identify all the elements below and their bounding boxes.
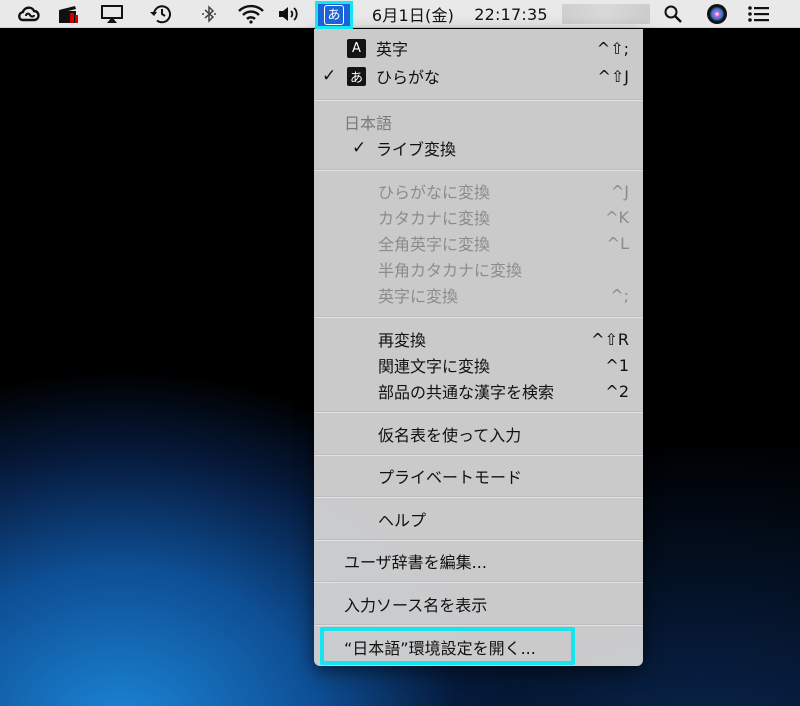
menu-item-label: 入力ソース名を表示 <box>344 596 488 615</box>
menu-separator <box>314 454 643 456</box>
bluetooth-icon[interactable] <box>196 0 222 28</box>
shortcut-label: ^; <box>610 285 629 305</box>
section-header-japanese: 日本語 <box>314 109 643 135</box>
shortcut-label: ^⇧; <box>596 38 629 58</box>
menu-separator <box>314 316 643 318</box>
menu-item-help[interactable]: ヘルプ <box>314 506 643 532</box>
menu-item-label: 英字に変換 <box>378 287 459 306</box>
spotlight-icon[interactable] <box>660 0 686 28</box>
shortcut-label: ^⇧R <box>591 329 629 349</box>
menu-separator <box>314 169 643 171</box>
notification-center-icon[interactable] <box>744 0 774 28</box>
airplay-icon[interactable] <box>97 0 127 28</box>
menu-item-edit-user-dictionary[interactable]: ユーザ辞書を編集... <box>314 548 643 574</box>
time-machine-icon[interactable] <box>146 0 176 28</box>
checkmark-icon: ✓ <box>352 138 367 158</box>
menu-item-reconvert[interactable]: 再変換 ^⇧R <box>314 326 643 352</box>
shortcut-label: ^K <box>605 207 629 227</box>
shortcut-label: ^⇧J <box>597 66 629 86</box>
menu-separator <box>314 411 643 413</box>
shortcut-label: ^J <box>610 181 629 201</box>
menu-item-label: プライベートモード <box>378 468 523 487</box>
menubar-time[interactable]: 22:17:35 <box>468 0 554 28</box>
menu-item-hiragana[interactable]: ✓ あ ひらがな ^⇧J <box>314 63 643 89</box>
menu-item-convert-alphabet[interactable]: 英字に変換 ^; <box>314 282 643 308</box>
menu-item-label: ヘルプ <box>378 511 427 530</box>
volume-icon[interactable] <box>276 0 304 28</box>
menu-item-label: 半角カタカナに変換 <box>378 261 523 280</box>
menu-item-related-characters[interactable]: 関連文字に変換 ^1 <box>314 352 643 378</box>
menu-separator <box>314 624 643 626</box>
menu-item-label: 再変換 <box>378 331 427 350</box>
date-text: 6月1日(金) <box>371 6 455 25</box>
shortcut-label: ^2 <box>605 381 629 401</box>
menu-item-label: ひらがなに変換 <box>378 183 491 202</box>
user-name-blurred[interactable] <box>562 4 650 24</box>
hiragana-input-icon: あ <box>324 5 344 25</box>
menu-separator <box>314 539 643 541</box>
shortcut-label: ^L <box>606 233 629 253</box>
input-menu-button[interactable]: あ <box>315 1 353 29</box>
section-header-label: 日本語 <box>344 114 393 133</box>
shortcut-label: ^1 <box>605 355 629 375</box>
menu-item-label: 部品の共通な漢字を検索 <box>378 383 555 402</box>
menu-item-live-conversion[interactable]: ✓ ライブ変換 <box>314 135 643 161</box>
hiragana-input-icon: あ <box>347 67 366 86</box>
menu-item-search-kanji-parts[interactable]: 部品の共通な漢字を検索 ^2 <box>314 378 643 404</box>
menu-item-label: ひらがな <box>376 68 441 87</box>
menu-item-open-japanese-preferences[interactable]: “日本語”環境設定を開く... <box>314 634 643 660</box>
wifi-icon[interactable] <box>235 0 267 28</box>
menu-item-convert-katakana[interactable]: カタカナに変換 ^K <box>314 204 643 230</box>
menu-item-label: “日本語”環境設定を開く... <box>344 639 536 658</box>
menu-item-label: ライブ変換 <box>376 140 457 159</box>
menu-item-show-input-source-name[interactable]: 入力ソース名を表示 <box>314 591 643 617</box>
menu-item-label: 英字 <box>376 40 409 59</box>
menu-item-kana-table[interactable]: 仮名表を使って入力 <box>314 421 643 447</box>
menu-item-label: ユーザ辞書を編集... <box>344 553 487 572</box>
menu-item-label: 関連文字に変換 <box>378 357 491 376</box>
menubar-date[interactable]: 6月1日(金) <box>366 0 460 28</box>
menu-separator <box>314 496 643 498</box>
checkmark-icon: ✓ <box>322 66 337 86</box>
menu-item-convert-halfwidth-katakana[interactable]: 半角カタカナに変換 <box>314 256 643 282</box>
input-source-menu: A 英字 ^⇧; ✓ あ ひらがな ^⇧J 日本語 ✓ ライブ変換 ひらがなに変… <box>314 29 643 666</box>
menu-item-eiji[interactable]: A 英字 ^⇧; <box>314 35 643 61</box>
menu-separator <box>314 99 643 101</box>
menu-item-label: 全角英字に変換 <box>378 235 491 254</box>
clapper-icon[interactable] <box>54 0 84 28</box>
time-text: 22:17:35 <box>474 4 548 24</box>
creative-cloud-icon[interactable] <box>14 0 44 28</box>
menu-item-convert-hiragana[interactable]: ひらがなに変換 ^J <box>314 178 643 204</box>
menu-item-label: 仮名表を使って入力 <box>378 426 522 445</box>
alphabet-input-icon: A <box>347 39 366 58</box>
siri-icon[interactable] <box>703 0 731 28</box>
menu-item-convert-fullwidth[interactable]: 全角英字に変換 ^L <box>314 230 643 256</box>
menu-item-label: カタカナに変換 <box>378 209 491 228</box>
menu-item-private-mode[interactable]: プライベートモード <box>314 463 643 489</box>
menu-bar: あ 6月1日(金) 22:17:35 <box>0 0 800 29</box>
menu-separator <box>314 581 643 583</box>
